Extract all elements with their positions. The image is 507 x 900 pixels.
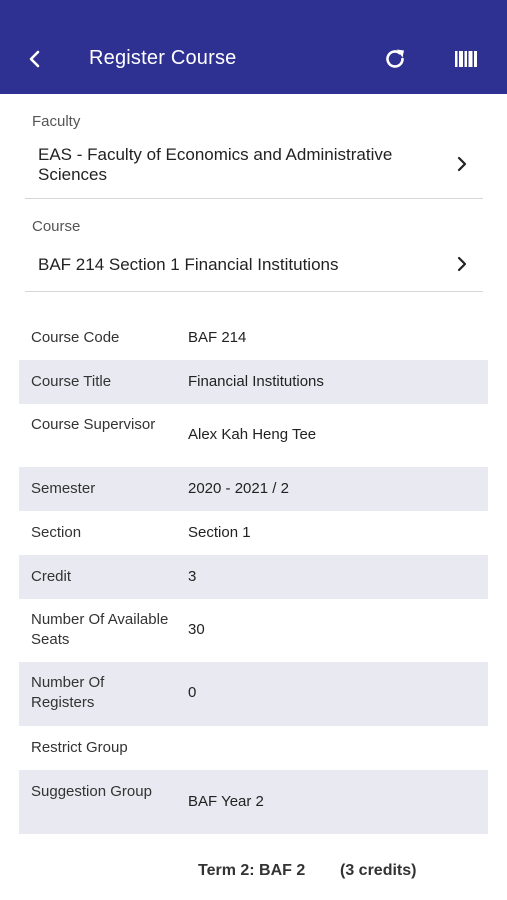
detail-key: Credit (31, 568, 72, 585)
detail-key: Section (31, 524, 82, 541)
detail-key: Restrict Group (31, 739, 128, 756)
page-title: Register Course (89, 47, 237, 69)
detail-key: Number Of Available Seats (31, 611, 169, 648)
refresh-icon (386, 49, 404, 68)
detail-value: 3 (188, 568, 197, 585)
barcode-icon (455, 51, 477, 67)
detail-value: 2020 - 2021 / 2 (188, 480, 289, 497)
detail-value: BAF 214 (188, 329, 247, 346)
table-row: Course Supervisor Alex Kah Heng Tee (19, 404, 488, 467)
barcode-button[interactable] (452, 45, 480, 73)
refresh-button[interactable] (380, 44, 410, 74)
table-row: Semester 2020 - 2021 / 2 (19, 467, 488, 511)
table-row: Course Code BAF 214 (19, 316, 488, 360)
table-row: Number Of Available Seats 30 (19, 599, 488, 662)
table-row: Restrict Group (19, 726, 488, 770)
faculty-value: EAS - Faculty of Economics and Administr… (38, 145, 393, 184)
course-label: Course (32, 218, 81, 235)
chevron-right-icon (453, 253, 471, 275)
detail-key: Course Title (31, 373, 112, 390)
faculty-selector[interactable]: Faculty EAS - Faculty of Economics and A… (25, 94, 483, 199)
faculty-label: Faculty (32, 113, 81, 130)
table-row: Suggestion Group BAF Year 2 (19, 770, 488, 834)
credits-label: (3 credits) (340, 862, 417, 879)
app-bar: Register Course (0, 0, 507, 94)
detail-value: Alex Kah Heng Tee (188, 426, 317, 443)
back-button[interactable] (22, 44, 48, 74)
table-row: Section Section 1 (19, 511, 488, 555)
detail-value: Financial Institutions (188, 373, 324, 390)
detail-key: Course Code (31, 329, 120, 346)
detail-value: 30 (188, 621, 205, 638)
course-details-table: Course Code BAF 214 Course Title Financi… (19, 316, 488, 834)
term-label: Term 2: BAF 2 (198, 862, 306, 879)
table-row: Course Title Financial Institutions (19, 360, 488, 404)
detail-key: Suggestion Group (31, 783, 152, 800)
table-row: Credit 3 (19, 555, 488, 599)
course-selector[interactable]: Course BAF 214 Section 1 Financial Insti… (25, 199, 483, 292)
table-row: Number Of Registers 0 (19, 662, 488, 726)
detail-value: 0 (188, 684, 197, 701)
detail-key: Course Supervisor (31, 416, 156, 433)
detail-key: Number Of Registers (31, 674, 105, 711)
detail-key: Semester (31, 480, 96, 497)
chevron-right-icon (453, 153, 471, 175)
detail-value: BAF Year 2 (188, 793, 264, 810)
course-value: BAF 214 Section 1 Financial Institutions (38, 255, 339, 274)
detail-value: Section 1 (188, 524, 251, 541)
chevron-left-icon (29, 50, 40, 68)
